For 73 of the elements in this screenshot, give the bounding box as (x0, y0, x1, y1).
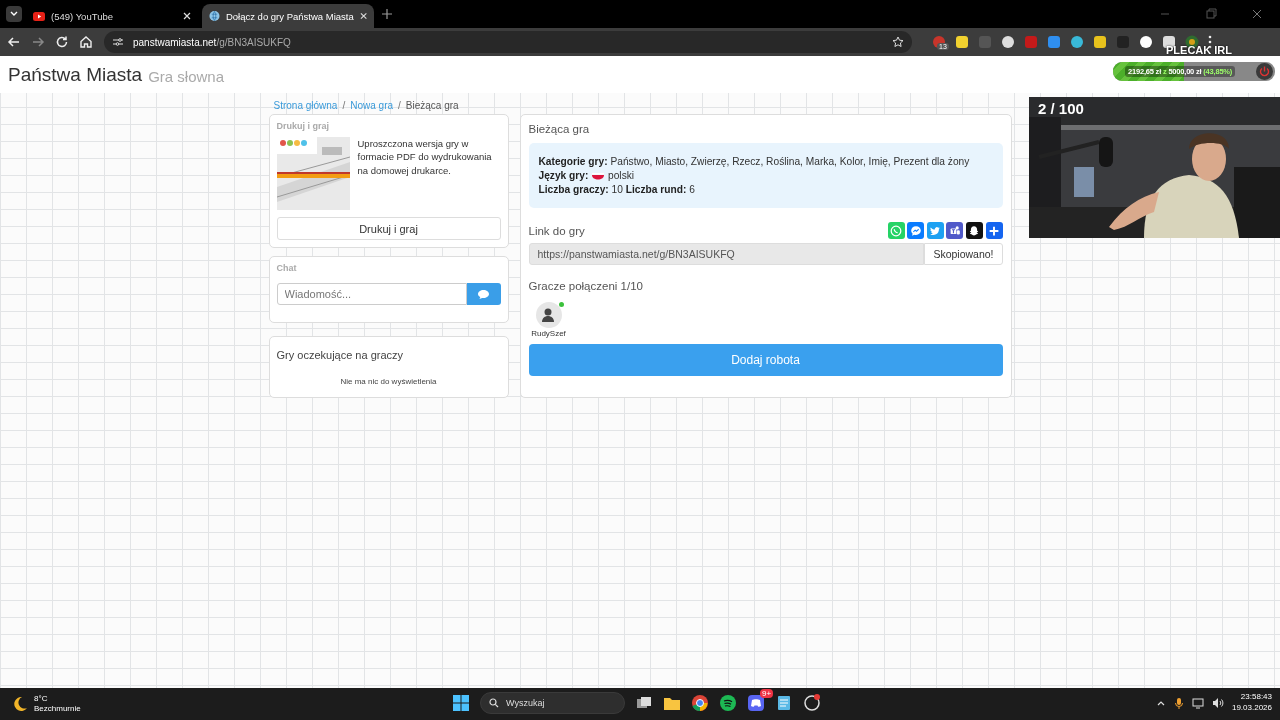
video-play-icon (33, 11, 45, 21)
game-controller-icon[interactable] (747, 694, 765, 712)
card-heading: Drukuj i graj (276, 121, 330, 131)
bookmark-star-icon[interactable] (892, 36, 904, 48)
overlay-title: PLECAK IRL (1166, 44, 1232, 56)
search-placeholder: Wyszukaj (506, 698, 545, 708)
tab-list-button[interactable] (6, 6, 22, 22)
close-icon[interactable] (183, 12, 191, 20)
breadcrumb-current: Bieżąca gra (405, 100, 459, 111)
app-icon[interactable] (803, 694, 821, 712)
temperature-text: 8°C (34, 693, 49, 704)
send-button[interactable] (466, 283, 501, 305)
extension-icon[interactable] (1139, 35, 1153, 49)
browser-icon[interactable] (691, 694, 709, 712)
info-label: Liczba graczy: (538, 183, 609, 195)
message-field[interactable]: Wiadomość... (276, 283, 467, 305)
clock-date: 19.03.2026 (1231, 702, 1272, 714)
print-button[interactable]: Drukuj i graj (276, 217, 501, 240)
card-heading: Bieżąca gra (528, 123, 591, 135)
chat-bubble-icon (478, 289, 489, 299)
info-label: Język gry: (538, 169, 589, 181)
chat-bubble-icon (908, 223, 923, 238)
home-icon[interactable] (78, 34, 94, 50)
section-label: Link do gry (528, 224, 585, 237)
empty-message: Nie ma nic do wyświetlenia (339, 377, 438, 386)
weather-text: Bezchmurnie (34, 704, 81, 715)
new-tab-icon[interactable] (382, 9, 392, 19)
reload-icon[interactable] (54, 34, 70, 50)
windows-start-icon[interactable] (452, 694, 470, 712)
speaker-icon[interactable] (1211, 696, 1224, 709)
description-text: Uproszczona wersja gry w formacie PDF do wydrukowania na domowej drukarce. (357, 137, 493, 178)
notepad-icon[interactable] (775, 694, 793, 712)
game-link-field[interactable]: https://panstwamiasta.net/g/BN3AISUKFQ (528, 243, 925, 266)
moon-icon (12, 696, 28, 712)
player-name: RudySzef (531, 329, 566, 339)
clock-time: 23:58:43 (1239, 692, 1272, 703)
viewer-counter: 2 / 100 (1038, 100, 1084, 117)
notification-badge: 9+ (760, 689, 774, 698)
browser-tab[interactable]: (549) YouTube (26, 4, 198, 28)
phone-icon (889, 223, 904, 238)
chevron-down-icon (10, 11, 18, 17)
info-value: polski (608, 169, 635, 181)
search-icon (489, 698, 499, 708)
power-icon (1256, 63, 1273, 80)
flag-icon (592, 172, 605, 181)
address-bar[interactable]: panstwamiasta.net/g/BN3AISUKFQ (104, 31, 912, 53)
share-button[interactable] (965, 222, 983, 240)
close-icon[interactable] (359, 12, 367, 20)
url-text: panstwamiasta.net/g/BN3AISUKFQ (133, 36, 292, 48)
info-label: Kategorie gry: (538, 156, 608, 167)
taskbar-search-field[interactable]: Wyszukaj (480, 692, 625, 714)
microphone-icon[interactable] (1173, 696, 1184, 709)
info-value: 10 (611, 183, 623, 195)
site-title: Państwa Miasta (8, 63, 143, 86)
browser-tab[interactable]: Dołącz do gry Państwa Miasta (202, 4, 374, 28)
breadcrumb-separator: / (398, 100, 401, 111)
info-value: Państwo, Miasto, Zwierzę, Rzecz, Roślina, Marka, Kolor, Imię, Prezent dla żony (610, 156, 970, 167)
music-app-icon[interactable] (719, 694, 737, 712)
info-label: Liczba rund: (625, 183, 687, 195)
site-settings-icon[interactable] (112, 36, 124, 48)
extension-icon[interactable] (1001, 35, 1015, 49)
extension-icon[interactable] (1093, 35, 1107, 49)
breadcrumb-separator: / (342, 100, 346, 111)
site-subtitle: Gra słowna (148, 67, 224, 85)
extension-icon[interactable] (955, 35, 969, 49)
copy-button[interactable]: Skopiowano! (924, 243, 1003, 266)
card-heading: Chat (276, 263, 298, 273)
network-icon[interactable] (1191, 696, 1204, 709)
card-heading: Gry oczekujące na graczy (276, 349, 405, 361)
globe-icon (209, 10, 220, 22)
section-label: Gracze połączeni 1/10 (528, 280, 644, 293)
info-value: 6 (689, 183, 695, 195)
user-avatar-icon (535, 302, 562, 329)
